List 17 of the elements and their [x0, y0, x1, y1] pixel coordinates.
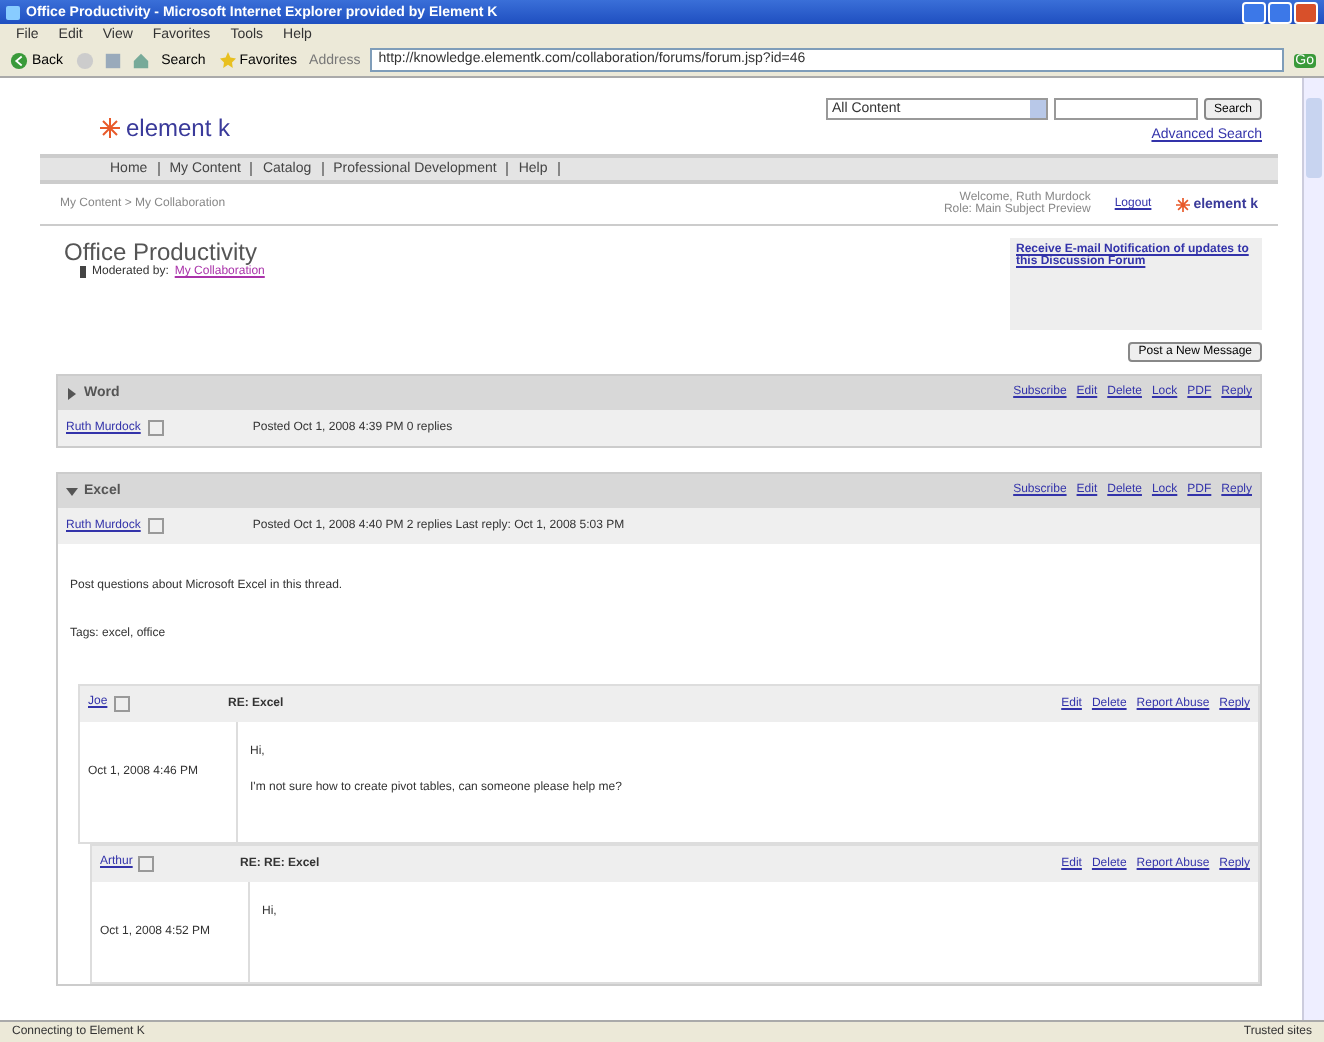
page-icon[interactable]	[103, 51, 122, 69]
browser-icon	[6, 5, 20, 19]
star-icon	[219, 52, 236, 68]
collapse-arrow-icon[interactable]	[66, 485, 78, 497]
minimize-button[interactable]	[1242, 1, 1266, 23]
star-burst-icon	[100, 118, 120, 138]
close-button[interactable]	[1294, 1, 1318, 23]
scrollbar[interactable]	[1302, 78, 1324, 1020]
expand-arrow-icon[interactable]	[66, 387, 78, 399]
forward-icon[interactable]	[75, 51, 94, 69]
back-icon	[10, 51, 28, 69]
logo-text[interactable]: element k	[126, 114, 231, 142]
star-burst-icon	[1175, 197, 1190, 211]
maximize-button[interactable]	[1268, 1, 1292, 23]
search-field[interactable]	[1053, 98, 1198, 120]
home-icon[interactable]	[131, 51, 150, 69]
forum-title: Office Productivity	[64, 238, 257, 266]
